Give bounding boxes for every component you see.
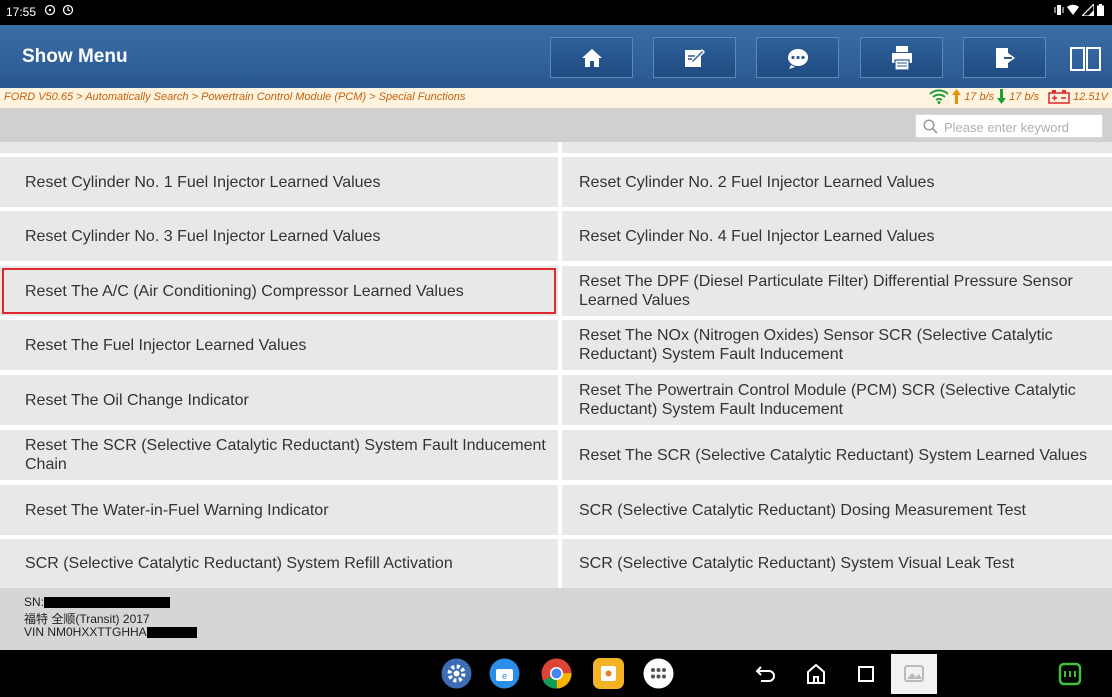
list-item[interactable]: Reset Cylinder No. 3 Fuel Injector Learn…	[0, 211, 558, 261]
list-item[interactable]: Reset The Fuel Injector Learned Values	[0, 320, 558, 370]
settings-app-icon[interactable]	[440, 657, 473, 690]
redaction-bar	[146, 627, 197, 639]
breadcrumb: FORD V50.65 > Automatically Search > Pow…	[4, 91, 466, 103]
list-item[interactable]: Reset The Powertrain Control Module (PCM…	[562, 375, 1112, 425]
list-item[interactable]: Reset Cylinder No. 2 Fuel Injector Learn…	[562, 157, 1112, 207]
page-title: Show Menu	[22, 46, 128, 67]
wifi-signal-icon	[929, 89, 949, 104]
download-arrow-icon	[997, 89, 1007, 104]
app-drawer-icon[interactable]	[642, 657, 675, 690]
message-button[interactable]	[756, 37, 839, 78]
home-icon	[581, 48, 602, 67]
vci-icon[interactable]	[1057, 661, 1083, 687]
list-item-partial[interactable]	[562, 142, 1112, 153]
upload-arrow-icon	[952, 89, 962, 104]
navigation-bar: e	[0, 650, 1112, 697]
list-item[interactable]: Reset The NOx (Nitrogen Oxides) Sensor S…	[562, 320, 1112, 370]
vin-label: VIN NM0HXXTTGHHA	[24, 625, 147, 639]
title-bar: Show Menu	[0, 25, 1112, 88]
edit-icon	[684, 48, 705, 67]
status-bar: 17:55	[0, 0, 1112, 25]
connection-status: 17 b/s 17 b/s 12.51V	[929, 89, 1108, 104]
list-item[interactable]: Reset The DPF (Diesel Particulate Filter…	[562, 266, 1112, 316]
vin-number: VIN NM0HXXTTGHHA	[24, 625, 197, 639]
chrome-app-icon[interactable]	[540, 657, 573, 690]
list-item[interactable]: Reset The Oil Change Indicator	[0, 375, 558, 425]
diagnostic-app-icon[interactable]	[592, 657, 625, 690]
list-item[interactable]: SCR (Selective Catalytic Reductant) Dosi…	[562, 485, 1112, 535]
recents-icon[interactable]	[857, 665, 875, 683]
print-button[interactable]	[860, 37, 943, 78]
vehicle-info: SN: 福特 全顺(Transit) 2017 VIN NM0HXXTTGHHA	[0, 588, 1112, 650]
message-icon	[44, 4, 56, 16]
list-item[interactable]: Reset Cylinder No. 4 Fuel Injector Learn…	[562, 211, 1112, 261]
upload-speed: 17 b/s	[964, 90, 995, 103]
list-item[interactable]: Reset The Water-in-Fuel Warning Indicato…	[0, 485, 558, 535]
breadcrumb-bar: FORD V50.65 > Automatically Search > Pow…	[0, 88, 1112, 109]
list-item[interactable]: SCR (Selective Catalytic Reductant) Syst…	[562, 539, 1112, 588]
back-icon[interactable]	[755, 664, 777, 684]
list-item[interactable]: Reset The SCR (Selective Catalytic Reduc…	[0, 430, 558, 480]
browser-app-icon[interactable]: e	[488, 657, 521, 690]
serial-label: SN:	[24, 595, 45, 609]
gallery-icon[interactable]	[891, 654, 937, 694]
battery-icon	[1097, 4, 1104, 16]
chat-icon	[787, 48, 808, 69]
serial-number: SN:	[24, 595, 171, 609]
system-status-icons	[1054, 2, 1104, 19]
settings-badge-icon	[62, 4, 74, 16]
vibrate-icon	[1054, 5, 1064, 15]
redaction-bar	[44, 597, 171, 609]
signal-icon	[1080, 2, 1095, 17]
function-list: Reset Cylinder No. 1 Fuel Injector Learn…	[0, 142, 1112, 588]
svg-text:e: e	[502, 671, 507, 681]
download-speed: 17 b/s	[1009, 90, 1040, 103]
list-item[interactable]: Reset The SCR (Selective Catalytic Reduc…	[562, 430, 1112, 480]
exit-button[interactable]	[963, 37, 1046, 78]
battery-voltage-icon	[1048, 89, 1070, 104]
wifi-icon	[1066, 4, 1079, 15]
list-item-selected[interactable]: Reset The A/C (Air Conditioning) Compres…	[0, 266, 558, 316]
list-item-partial[interactable]	[0, 142, 558, 153]
search-icon	[923, 119, 938, 134]
exit-icon	[995, 47, 1015, 68]
search-bar	[0, 108, 1112, 142]
home-nav-icon[interactable]	[805, 663, 827, 685]
list-item[interactable]: SCR (Selective Catalytic Reductant) Syst…	[0, 539, 558, 588]
split-view-button[interactable]	[1069, 47, 1102, 71]
list-item[interactable]: Reset Cylinder No. 1 Fuel Injector Learn…	[0, 157, 558, 207]
search-box[interactable]	[915, 114, 1103, 138]
search-input[interactable]	[942, 116, 1102, 138]
notification-icons	[44, 4, 74, 19]
voltage-readout: 12.51V	[1073, 90, 1108, 103]
home-button[interactable]	[550, 37, 633, 78]
split-view-icon	[1070, 47, 1101, 71]
printer-icon	[891, 45, 912, 70]
status-time: 17:55	[6, 5, 37, 19]
edit-button[interactable]	[653, 37, 736, 78]
